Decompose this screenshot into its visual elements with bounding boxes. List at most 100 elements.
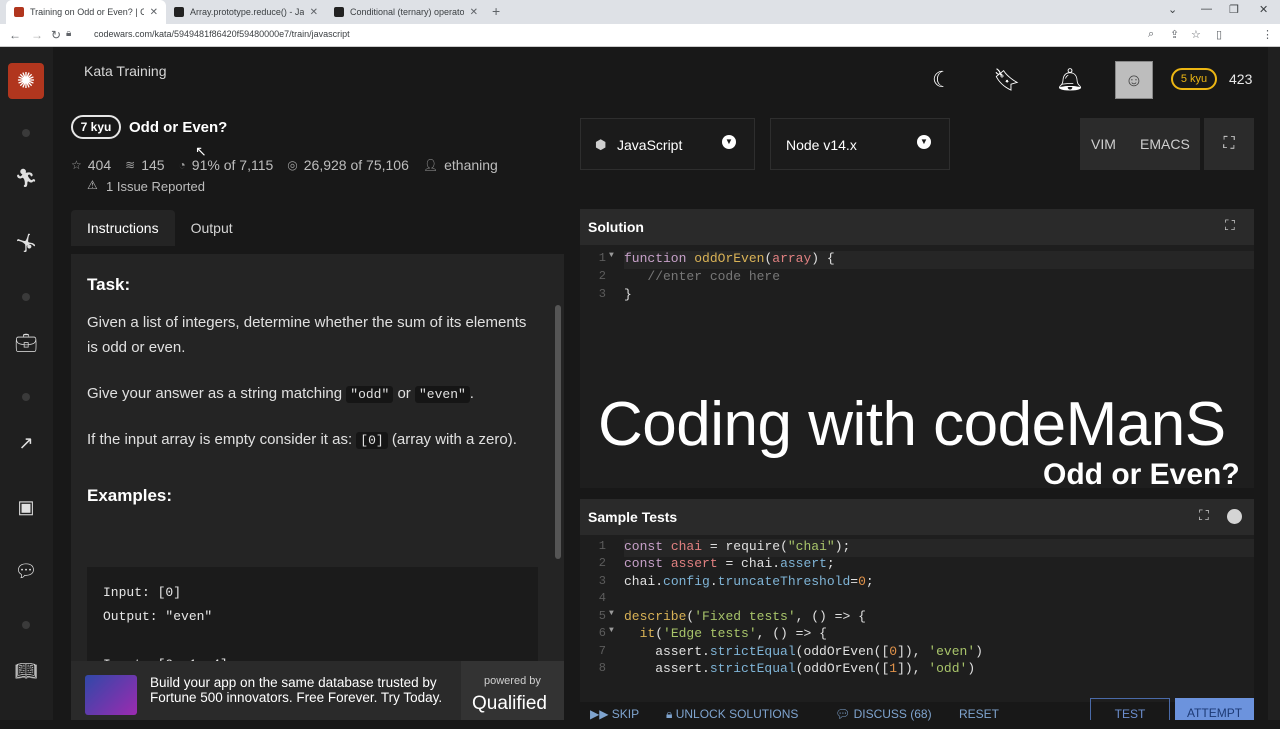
briefcase-icon[interactable]: 💼︎ xyxy=(13,330,39,356)
discuss-chat-icon: 💬︎ xyxy=(835,707,854,721)
chat-icon[interactable]: 💬︎ xyxy=(13,558,39,584)
browser-tab-bar: Training on Odd or Even? | Codewars ✕ Ar… xyxy=(0,0,1280,24)
discuss-button[interactable]: 💬︎ DISCUSS (68) xyxy=(835,707,932,721)
new-tab-icon[interactable]: + xyxy=(492,3,500,19)
attempt-button[interactable]: ATTEMPT xyxy=(1175,698,1254,720)
fold-arrow-icon[interactable]: ▼ xyxy=(609,251,614,260)
vim-mode-button[interactable]: VIM xyxy=(1091,136,1116,152)
sidebar-divider-dot xyxy=(22,621,30,629)
completed-count: 26,928 xyxy=(303,157,347,173)
leaderboard-trend-icon[interactable]: ↗ xyxy=(13,430,39,456)
kata-title: Odd or Even? xyxy=(129,119,228,136)
help-icon[interactable]: ? xyxy=(1227,509,1242,524)
language-select[interactable]: ⬢ JavaScript ▼ xyxy=(580,118,755,170)
minimize-icon[interactable]: — xyxy=(1201,3,1212,15)
satisfaction-icon: ◔ xyxy=(178,158,186,172)
tab-instructions[interactable]: Instructions xyxy=(71,210,175,246)
bookmarks-icon[interactable]: 🔖︎ xyxy=(993,67,1021,93)
skip-icon: ▶▶ xyxy=(590,707,612,721)
para3-text: If the input array is empty consider it … xyxy=(87,431,357,448)
tab-title: Array.prototype.reduce() - JavaScript xyxy=(190,7,304,17)
zoom-icon[interactable]: ⌕ xyxy=(1148,28,1154,41)
attempted-count: of 75,106 xyxy=(350,157,409,173)
close-window-icon[interactable]: ✕ xyxy=(1259,3,1268,16)
editor-mode-toggle: VIM EMACS xyxy=(1080,118,1200,170)
skip-button[interactable]: ▶▶ SKIP xyxy=(590,707,639,721)
star-icon[interactable]: ☆ xyxy=(71,158,82,172)
codewars-logo-icon[interactable]: ✺ xyxy=(8,63,44,99)
left-sidebar: ✺ 🏃︎ 🤸︎ 💼︎ ↗ ▣ 💬︎ 📖︎ xyxy=(0,47,53,720)
runtime-select[interactable]: Node v14.x ▼ xyxy=(770,118,950,170)
qualified-logo[interactable]: Qualified xyxy=(472,693,547,715)
tab-output[interactable]: Output xyxy=(175,210,249,246)
code-line: 2 const assert = chai.assert; xyxy=(580,556,1254,574)
sponsored-ad[interactable]: Build your app on the same database trus… xyxy=(71,661,564,720)
url-field[interactable]: codewars.com/kata/5949481f86420f59480000… xyxy=(94,29,350,39)
code-line: 1 ▼ function oddOrEven(array) { xyxy=(580,251,1254,269)
fold-arrow-icon[interactable]: ▼ xyxy=(609,609,614,618)
expand-icon[interactable]: ⛶ xyxy=(1225,217,1235,234)
close-tab-icon[interactable]: ✕ xyxy=(150,7,158,18)
sidepanel-icon[interactable]: ▯ xyxy=(1216,28,1222,41)
line-number: 2 xyxy=(598,556,606,570)
issues-reported[interactable]: 1 Issue Reported xyxy=(106,179,205,194)
para3-end: (array with a zero). xyxy=(387,431,517,448)
code-line: 5 ▼ describe('Fixed tests', () => { xyxy=(580,609,1254,627)
kata-stats: ☆ 404 ≋ 145 ◔ 91% of 7,115 ◎ 26,928 of 75,10… xyxy=(71,157,512,173)
fullscreen-icon[interactable]: ⛶ xyxy=(1204,118,1254,170)
browser-tab-codewars[interactable]: Training on Odd or Even? | Codewars ✕ xyxy=(6,0,166,24)
reload-icon[interactable]: ↻ xyxy=(51,28,61,42)
solution-heading: Solution xyxy=(588,219,644,235)
close-tab-icon[interactable]: ✕ xyxy=(310,7,318,18)
discord-icon[interactable]: ▣ xyxy=(13,494,39,520)
powered-by-label: powered by xyxy=(484,675,541,687)
chevron-down-icon: ▼ xyxy=(917,135,931,149)
inline-code-even: "even" xyxy=(414,386,470,403)
notifications-bell-icon[interactable]: 🔔︎ xyxy=(1056,67,1084,93)
lock-icon[interactable]: 🔒︎ xyxy=(66,28,71,39)
share-icon[interactable]: ⇪ xyxy=(1170,28,1179,41)
user-avatar[interactable]: ☺ xyxy=(1115,61,1153,99)
page-scrollbar[interactable] xyxy=(1268,47,1280,720)
back-arrow-icon[interactable]: ← xyxy=(9,28,21,42)
fold-arrow-icon[interactable]: ▼ xyxy=(609,626,614,635)
kata-author[interactable]: ethaning xyxy=(444,157,498,173)
dark-mode-moon-icon[interactable]: ☾ xyxy=(932,67,952,93)
para2-end: . xyxy=(469,385,474,402)
training-icon[interactable]: 🏃︎ xyxy=(13,165,39,191)
code-line: 3 chai.config.truncateThreshold=0; xyxy=(580,574,1254,592)
inline-code-zero-array: [0] xyxy=(356,432,388,449)
code-line: 2 //enter code here xyxy=(580,269,1254,287)
unlock-solutions-label: UNLOCK SOLUTIONS xyxy=(675,707,799,721)
sidebar-divider-dot xyxy=(22,129,30,137)
warning-icon: ⚠ xyxy=(87,178,98,192)
reset-button[interactable]: RESET xyxy=(959,707,999,721)
bookmark-star-icon[interactable]: ☆ xyxy=(1191,28,1201,41)
ad-text[interactable]: Build your app on the same database trus… xyxy=(150,675,450,705)
close-tab-icon[interactable]: ✕ xyxy=(470,7,478,18)
restore-icon[interactable]: ❐ xyxy=(1229,3,1239,16)
para2-text: Give your answer as a string matching xyxy=(87,385,347,402)
tab-title: Training on Odd or Even? | Codewars xyxy=(30,7,144,17)
forward-arrow-icon[interactable]: → xyxy=(31,28,43,42)
runtime-select-value: Node v14.x xyxy=(786,137,857,153)
expand-icon[interactable]: ⛶ xyxy=(1199,507,1209,524)
line-number: 5 xyxy=(598,609,606,623)
docs-book-icon[interactable]: 📖︎ xyxy=(13,658,39,684)
line-number: 7 xyxy=(598,644,606,658)
inline-code-odd: "odd" xyxy=(346,386,394,403)
tab-search-chevron-icon[interactable]: ⌄ xyxy=(1168,3,1177,16)
test-button[interactable]: TEST xyxy=(1090,698,1170,721)
discuss-button-label: DISCUSS (68) xyxy=(853,707,932,721)
practice-kata-icon[interactable]: 🤸︎ xyxy=(13,230,39,256)
sample-tests-editor[interactable]: 1 const chai = require("chai"); 2 const … xyxy=(580,535,1254,702)
browser-tab-mdn-ternary[interactable]: Conditional (ternary) operator - JavaScr… xyxy=(326,0,486,24)
browser-menu-icon[interactable]: ⋮ xyxy=(1262,28,1273,41)
tab-title: Conditional (ternary) operator - JavaScr… xyxy=(350,7,464,17)
instructions-scrollbar-thumb[interactable] xyxy=(555,305,561,559)
browser-tab-mdn-reduce[interactable]: Array.prototype.reduce() - JavaScript ✕ xyxy=(166,0,326,24)
collections-icon[interactable]: ≋ xyxy=(125,158,135,172)
emacs-mode-button[interactable]: EMACS xyxy=(1140,136,1190,152)
line-number: 1 xyxy=(598,539,606,553)
code-line: 8 assert.strictEqual(oddOrEven([1]), 'od… xyxy=(580,661,1254,679)
